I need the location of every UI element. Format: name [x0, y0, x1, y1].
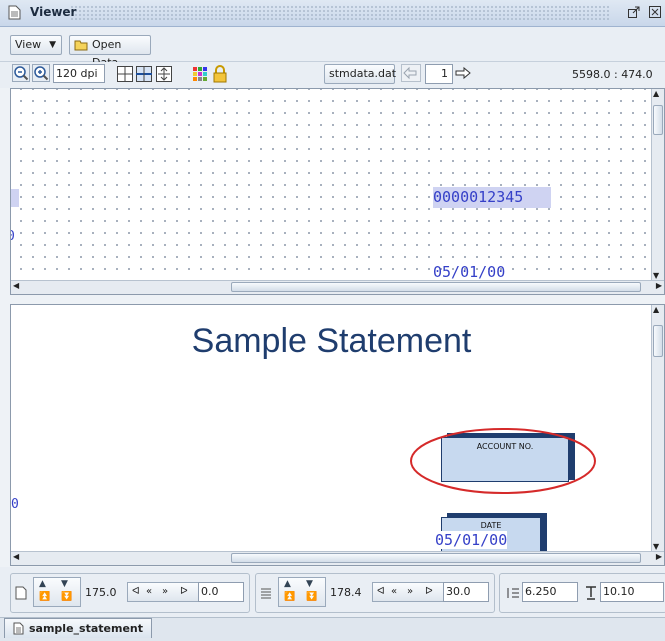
grid-horizontal-icon[interactable]: [135, 65, 153, 83]
line-spacing-icon: [507, 588, 519, 598]
last-icon[interactable]: ᐅ: [180, 583, 188, 601]
form-preview-panel: Sample Statement ACCOUNT NO. DATE 05/01/…: [10, 304, 665, 566]
double-up-icon[interactable]: ⏫: [284, 592, 295, 602]
view-menu-label: View: [15, 38, 42, 51]
row-highlight: [11, 189, 19, 207]
document-icon: [8, 5, 21, 20]
date-value[interactable]: 05/01/00: [435, 531, 508, 549]
horizontal-scrollbar[interactable]: ◀ ▶: [11, 280, 664, 294]
scroll-left-icon[interactable]: ◀: [13, 281, 19, 290]
left-marker: 0: [11, 229, 15, 244]
scroll-down-icon[interactable]: ▼: [653, 271, 659, 280]
date-field[interactable]: 05/01/00: [433, 263, 505, 281]
text-size-icon: [586, 586, 596, 600]
tab-label: sample_statement: [29, 622, 143, 635]
undock-icon[interactable]: [627, 5, 641, 19]
page-number-field[interactable]: 1: [425, 64, 453, 84]
lines-icon: [261, 588, 271, 599]
scroll-thumb[interactable]: [231, 553, 641, 563]
dot-grid: [11, 89, 650, 280]
scroll-right-icon[interactable]: ▶: [656, 281, 662, 290]
scroll-up-icon[interactable]: ▲: [653, 305, 659, 314]
horizontal-scrollbar[interactable]: ◀ ▶: [11, 551, 664, 565]
offset-value[interactable]: 178.4: [328, 584, 368, 604]
folder-icon: [74, 40, 88, 51]
zoom-in-icon[interactable]: [32, 64, 50, 82]
scroll-thumb[interactable]: [231, 282, 641, 292]
first-icon[interactable]: ᐊ: [377, 583, 385, 601]
titlebar-texture: [70, 5, 610, 21]
position-group-1: ▲ ▼ ⏫ ⏬ 175.0 ᐊ « » ᐅ 0.0: [10, 573, 250, 613]
arrow-up-icon[interactable]: ▲: [284, 579, 291, 589]
rewind-icon[interactable]: «: [146, 583, 152, 601]
vertical-scrollbar[interactable]: ▲ ▼: [651, 89, 664, 280]
text-size-field[interactable]: 10.10: [600, 582, 664, 602]
position-bar: ▲ ▼ ⏫ ⏬ 175.0 ᐊ « » ᐅ 0.0 ▲ ▼ ⏫ ⏬ 178.4 …: [0, 567, 665, 617]
vertical-scrollbar[interactable]: ▲ ▼: [651, 305, 664, 551]
open-data-button[interactable]: Open Data: [69, 35, 151, 69]
close-icon[interactable]: [648, 5, 662, 19]
move-spinner[interactable]: ▲ ▼ ⏫ ⏬: [278, 577, 326, 607]
arrow-up-icon[interactable]: ▲: [39, 579, 46, 589]
arrow-down-icon[interactable]: ▼: [61, 579, 68, 589]
toolbar: 120 dpi stmdata.dat 1 5598.0 : 474.0: [0, 62, 665, 88]
position-group-2: ▲ ▼ ⏫ ⏬ 178.4 ᐊ « » ᐅ 30.0: [255, 573, 495, 613]
window-titlebar: Viewer: [0, 0, 665, 27]
rewind-icon[interactable]: «: [391, 583, 397, 601]
prev-page-arrow-icon[interactable]: [401, 64, 421, 82]
menu-bar: View ▼ Open Data: [0, 27, 665, 69]
double-down-icon[interactable]: ⏬: [61, 592, 72, 602]
scroll-up-icon[interactable]: ▲: [653, 89, 659, 98]
double-up-icon[interactable]: ⏫: [39, 592, 50, 602]
line-spacing-field[interactable]: 6.250: [522, 582, 578, 602]
account-number-field[interactable]: 0000012345: [433, 187, 551, 208]
scroll-right-icon[interactable]: ▶: [656, 552, 662, 561]
step-field[interactable]: 0.0: [198, 582, 244, 602]
tab-sample-statement[interactable]: sample_statement: [4, 618, 152, 638]
window-title: Viewer: [30, 5, 77, 19]
cursor-coordinates: 5598.0 : 474.0: [572, 68, 653, 81]
scroll-left-icon[interactable]: ◀: [13, 552, 19, 561]
data-file-button[interactable]: stmdata.dat: [324, 64, 396, 84]
chevron-down-icon: ▼: [49, 40, 56, 50]
move-spinner[interactable]: ▲ ▼ ⏫ ⏬: [33, 577, 81, 607]
left-marker: 0: [11, 497, 19, 512]
scroll-thumb[interactable]: [653, 105, 663, 135]
step-navigator[interactable]: ᐊ « » ᐅ: [127, 582, 199, 602]
forward-icon[interactable]: »: [407, 583, 413, 601]
scroll-thumb[interactable]: [653, 325, 663, 357]
offset-value[interactable]: 175.0: [83, 584, 123, 604]
next-page-arrow-icon[interactable]: [453, 64, 473, 82]
highlight-circle: [410, 428, 596, 494]
view-menu-button[interactable]: View ▼: [10, 35, 62, 55]
zoom-out-icon[interactable]: [12, 64, 30, 82]
page-icon: [15, 586, 27, 600]
step-field[interactable]: 30.0: [443, 582, 489, 602]
fit-page-icon[interactable]: [155, 65, 173, 83]
first-icon[interactable]: ᐊ: [132, 583, 140, 601]
last-icon[interactable]: ᐅ: [425, 583, 433, 601]
statement-heading: Sample Statement: [191, 322, 472, 360]
double-down-icon[interactable]: ⏬: [306, 592, 317, 602]
lock-icon[interactable]: [211, 65, 229, 83]
arrow-down-icon[interactable]: ▼: [306, 579, 313, 589]
grid-cross-icon[interactable]: [116, 65, 134, 83]
step-navigator[interactable]: ᐊ « » ᐅ: [372, 582, 444, 602]
document-icon: [13, 622, 24, 635]
text-metrics-group: 6.250 10.10: [499, 573, 665, 613]
color-palette-icon[interactable]: [191, 65, 209, 83]
data-preview-panel: 0 0000012345 05/01/00 ▲ ▼ ◀ ▶: [10, 88, 665, 295]
dpi-field[interactable]: 120 dpi: [53, 64, 105, 83]
date-label: DATE: [480, 521, 502, 530]
scroll-down-icon[interactable]: ▼: [653, 542, 659, 551]
forward-icon[interactable]: »: [162, 583, 168, 601]
